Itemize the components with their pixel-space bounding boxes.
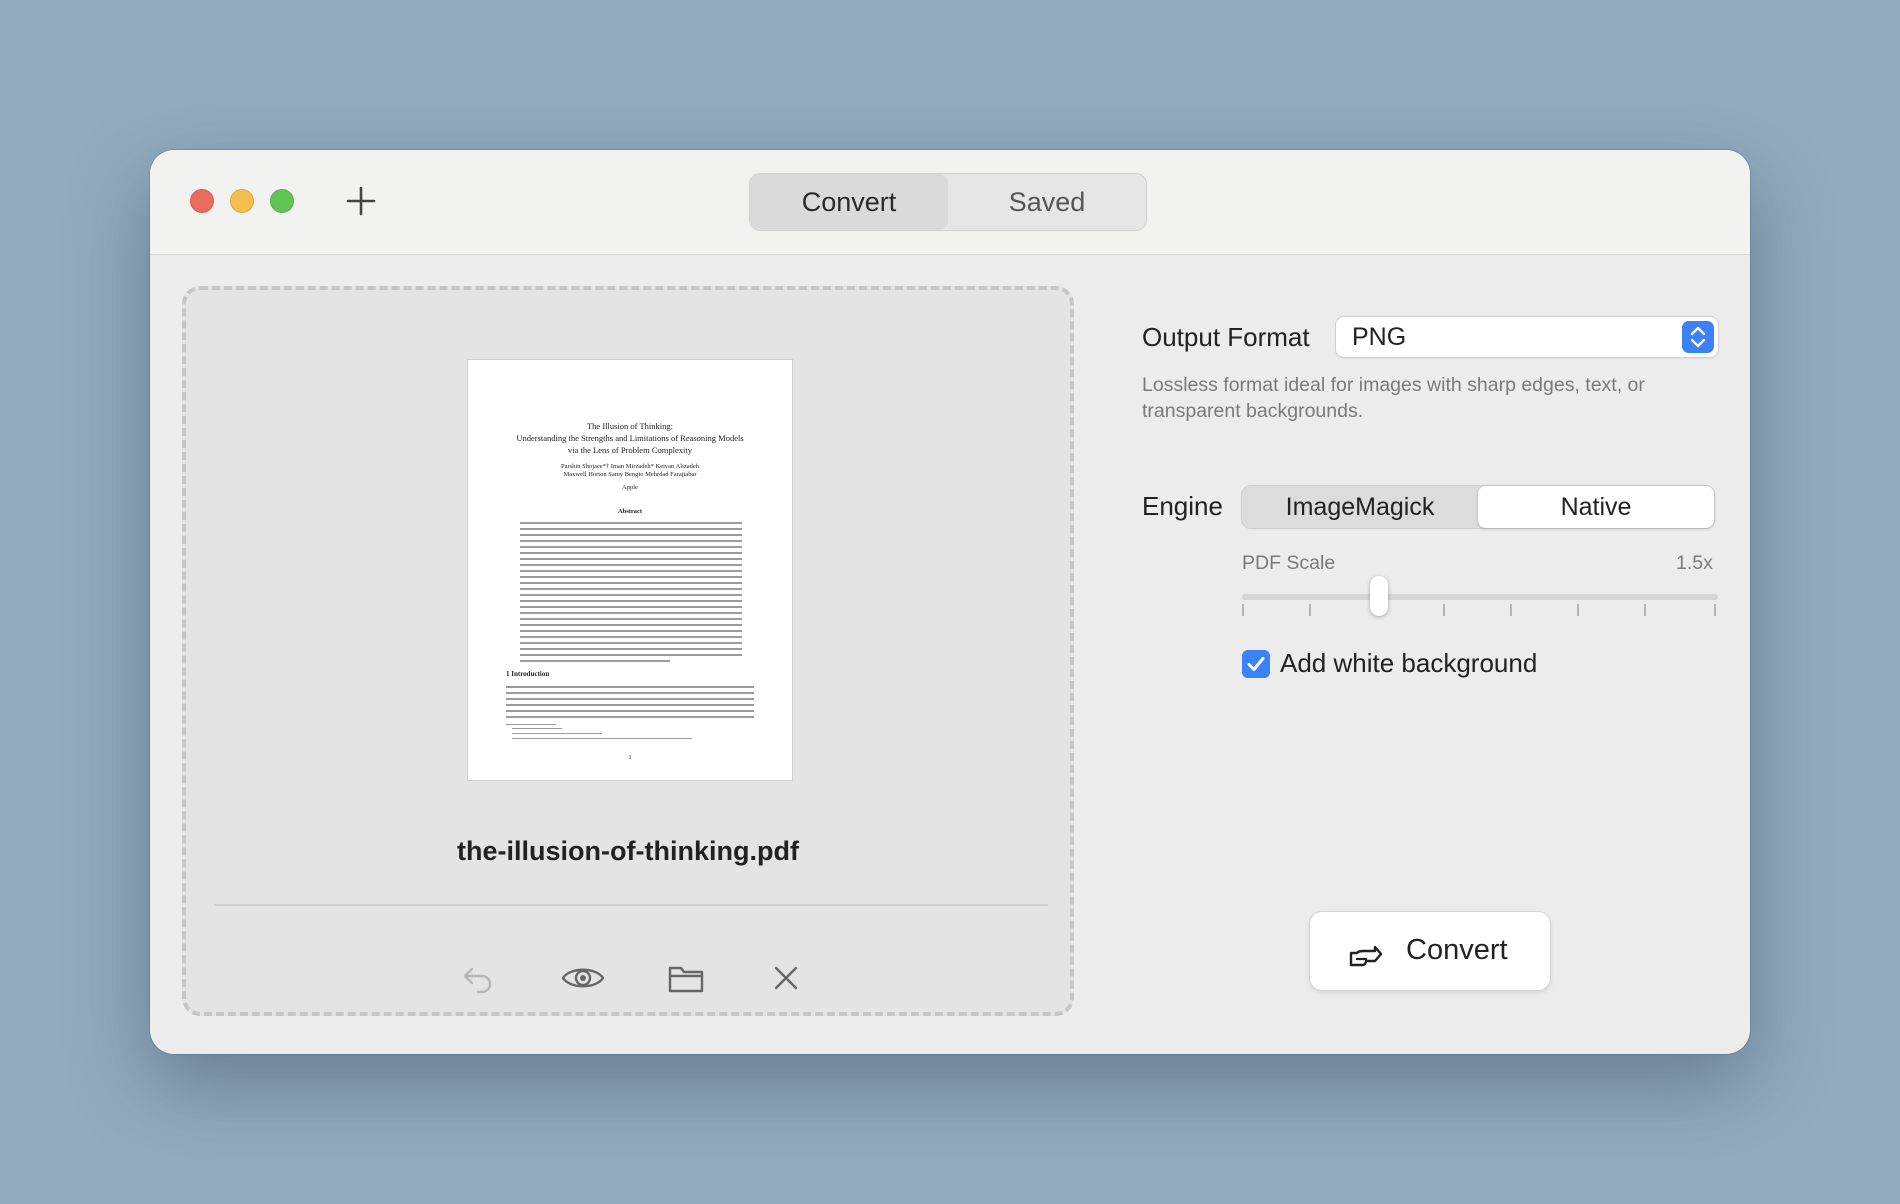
- text-line: [520, 564, 742, 566]
- pdf-scale-label: PDF Scale: [1242, 552, 1336, 574]
- zoom-window-button[interactable]: [270, 189, 294, 213]
- slider-tick: [1309, 604, 1311, 616]
- engine-label: Engine: [1142, 491, 1223, 521]
- convert-button[interactable]: Convert: [1310, 912, 1550, 990]
- footnote-line: [512, 733, 602, 734]
- text-line: [520, 540, 742, 542]
- text-line: [520, 648, 742, 650]
- pdf-scale-value: 1.5x: [1676, 552, 1713, 574]
- app-window: Convert Saved The Illusion of Thinking: …: [150, 150, 1750, 1054]
- format-description: Lossless format ideal for images with sh…: [1142, 374, 1645, 422]
- footnote-line: [512, 738, 692, 739]
- text-line: [506, 704, 754, 706]
- close-window-button[interactable]: [190, 189, 214, 213]
- doc-authors: Maxwell Horton Samy Bengio Mehrdad Faraj…: [563, 471, 697, 478]
- footnote-line: [512, 728, 562, 729]
- text-line: [506, 686, 754, 688]
- text-line: [520, 594, 742, 596]
- doc-title-line: The Illusion of Thinking:: [586, 421, 674, 431]
- output-format-select[interactable]: PNG: [1336, 317, 1718, 357]
- text-line: [520, 642, 742, 644]
- text-line: [520, 576, 742, 578]
- engine-segmented-control: ImageMagick Native: [1242, 486, 1714, 528]
- text-line: [520, 528, 742, 530]
- pdf-thumbnail: The Illusion of Thinking: Understanding …: [468, 360, 792, 780]
- output-format-label: Output Format: [1142, 322, 1310, 352]
- footnote-rule: [506, 724, 556, 725]
- text-line: [520, 582, 742, 584]
- slider-knob[interactable]: [1370, 576, 1388, 616]
- slider-tick: [1242, 604, 1244, 616]
- text-line: [520, 636, 742, 638]
- slider-tick: [1577, 604, 1579, 616]
- add-white-background-checkbox[interactable]: [1242, 650, 1270, 678]
- plus-icon[interactable]: [344, 184, 378, 218]
- doc-page-number: 1: [628, 755, 632, 761]
- eye-icon[interactable]: [560, 958, 606, 998]
- doc-abstract-heading: Abstract: [617, 508, 643, 515]
- text-line: [520, 546, 742, 548]
- engine-option-imagemagick[interactable]: ImageMagick: [1242, 486, 1478, 528]
- text-line: [506, 710, 754, 712]
- minimize-window-button[interactable]: [230, 189, 254, 213]
- text-line: [520, 624, 742, 626]
- slider-track: [1242, 594, 1718, 600]
- text-line: [520, 552, 742, 554]
- text-line: [520, 558, 742, 560]
- slider-tick: [1510, 604, 1512, 616]
- slider-tick: [1443, 604, 1445, 616]
- tab-switcher: Convert Saved: [750, 174, 1146, 230]
- output-format-value: PNG: [1352, 323, 1407, 351]
- doc-title-line: via the Lens of Problem Complexity: [568, 445, 692, 455]
- share-arrow-icon: [1349, 945, 1383, 967]
- folder-icon[interactable]: [666, 958, 706, 998]
- doc-title-line: Understanding the Strengths and Limitati…: [516, 433, 744, 443]
- title-bar: Convert Saved: [150, 150, 1750, 255]
- divider: [214, 904, 1048, 906]
- file-name: the-illusion-of-thinking.pdf: [457, 836, 799, 866]
- close-icon[interactable]: [766, 958, 806, 998]
- text-line: [506, 716, 754, 718]
- doc-affiliation: Apple: [622, 484, 638, 491]
- doc-section-heading: 1 Introduction: [506, 670, 550, 678]
- tab-convert[interactable]: Convert: [750, 174, 948, 230]
- text-line: [520, 654, 742, 656]
- text-line: [520, 630, 742, 632]
- text-line: [506, 698, 754, 700]
- pdf-scale-slider[interactable]: [1242, 576, 1718, 616]
- add-white-background-label[interactable]: Add white background: [1280, 648, 1537, 679]
- engine-option-native[interactable]: Native: [1478, 486, 1714, 528]
- text-line: [506, 692, 754, 694]
- text-line: [520, 522, 742, 524]
- text-line: [520, 660, 670, 662]
- text-line: [520, 570, 742, 572]
- text-line: [520, 534, 742, 536]
- chevron-up-down-icon: [1682, 321, 1714, 353]
- tab-saved[interactable]: Saved: [948, 174, 1146, 230]
- text-line: [520, 618, 742, 620]
- text-line: [520, 600, 742, 602]
- slider-tick: [1714, 604, 1716, 616]
- convert-button-label: Convert: [1406, 934, 1508, 966]
- undo-icon[interactable]: [458, 958, 498, 998]
- file-drop-zone[interactable]: The Illusion of Thinking: Understanding …: [182, 286, 1074, 1016]
- text-line: [520, 606, 742, 608]
- slider-tick: [1644, 604, 1646, 616]
- text-line: [520, 588, 742, 590]
- text-line: [520, 612, 742, 614]
